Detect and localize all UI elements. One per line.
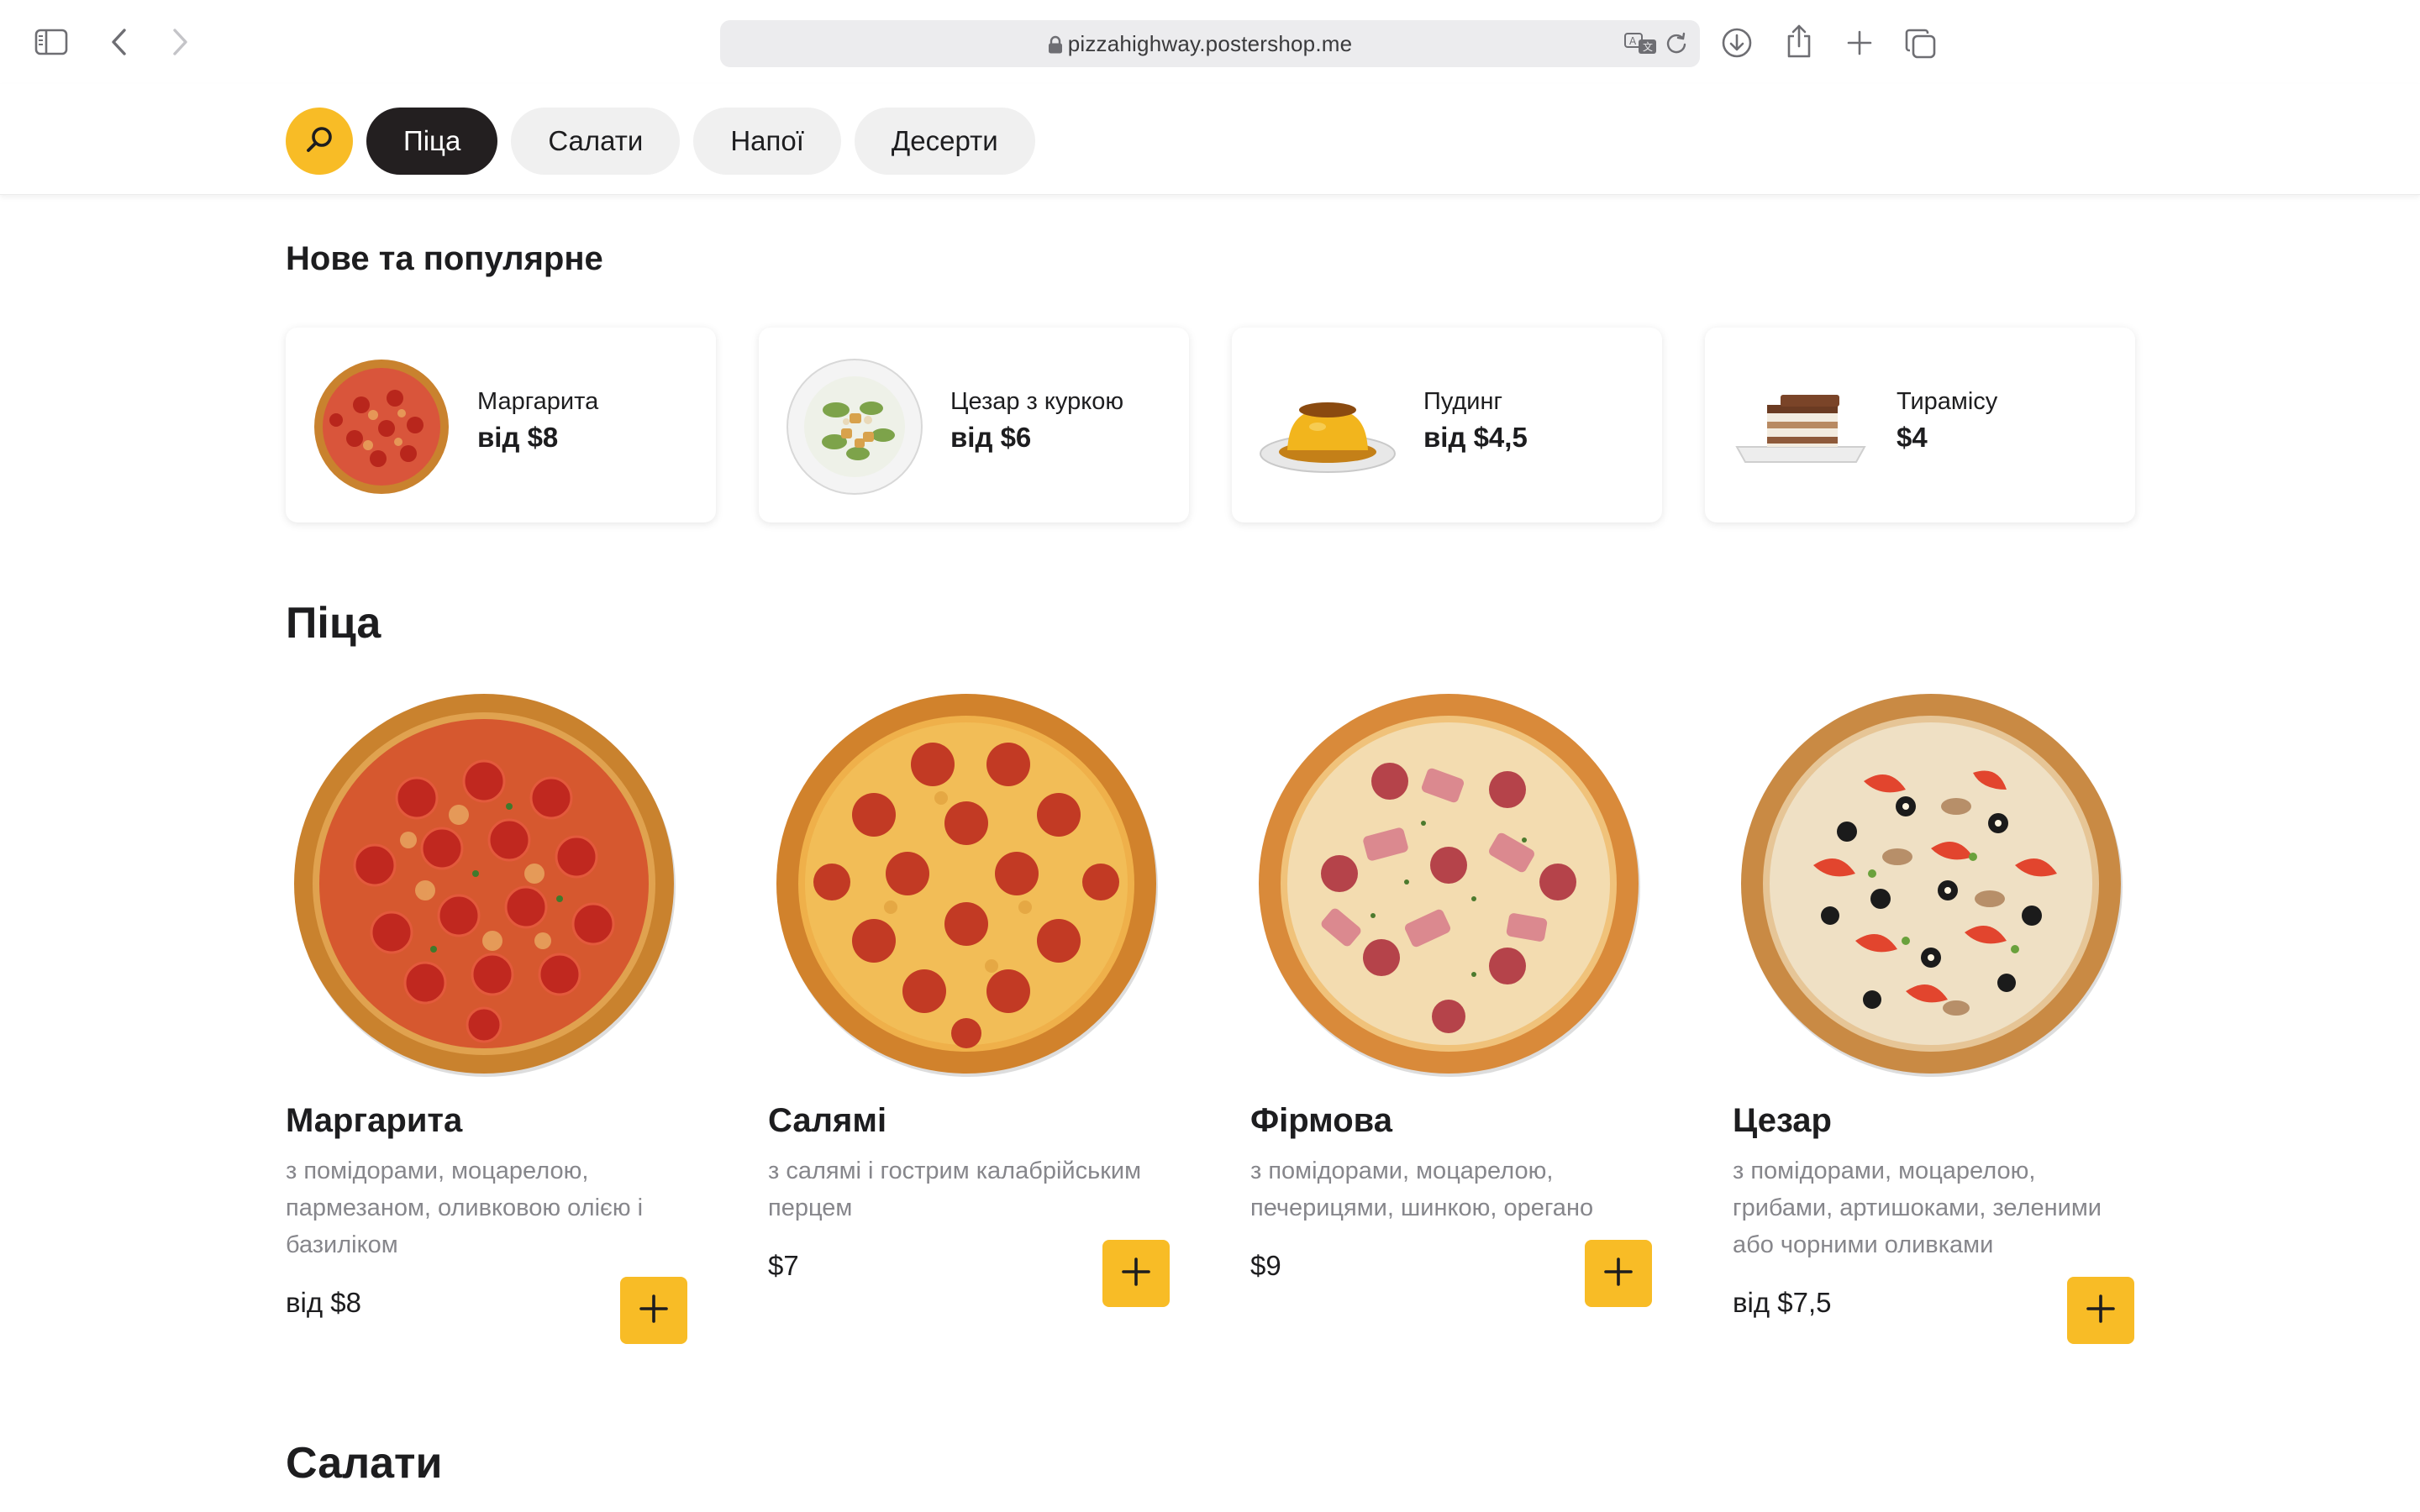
tab-pizza[interactable]: Піца bbox=[366, 108, 498, 175]
popular-item-name: Пудинг bbox=[1423, 388, 1503, 415]
salads-section-title: Салати bbox=[286, 1439, 443, 1488]
svg-text:A: A bbox=[1629, 35, 1637, 47]
popular-item-price: $4 bbox=[1897, 422, 1928, 453]
lock-icon bbox=[1048, 35, 1063, 58]
popular-item-price: від $8 bbox=[477, 422, 559, 453]
pizza-name[interactable]: Цезар bbox=[1733, 1102, 1832, 1140]
address-bar[interactable]: pizzahighway.postershop.me A文 bbox=[720, 20, 1700, 67]
tiramisu-thumbnail bbox=[1730, 354, 1871, 496]
popular-card[interactable]: Маргарита від $8 bbox=[286, 328, 716, 522]
pizza-description: з помідорами, моцарелою, печерицями, шин… bbox=[1250, 1158, 1594, 1221]
caesar-salad-thumbnail bbox=[784, 354, 925, 496]
popular-card[interactable]: Цезар з куркою від $6 bbox=[759, 328, 1189, 522]
plus-icon bbox=[2084, 1292, 2118, 1330]
pizza-price: від $7,5 bbox=[1733, 1287, 1832, 1318]
download-icon[interactable] bbox=[1719, 25, 1754, 60]
popular-card[interactable]: Тирамісу $4 bbox=[1705, 328, 2135, 522]
pizza-description: з помідорами, моцарелою, пармезаном, оли… bbox=[286, 1158, 644, 1258]
pizza-description: з помідорами, моцарелою, грибами, артишо… bbox=[1733, 1158, 2102, 1258]
pizza-name[interactable]: Салямі bbox=[768, 1102, 886, 1140]
forward-icon[interactable] bbox=[163, 25, 197, 59]
salami-image[interactable] bbox=[773, 689, 1163, 1079]
tab-salads[interactable]: Салати bbox=[511, 108, 681, 175]
add-to-cart-button[interactable] bbox=[1102, 1240, 1170, 1307]
tab-overview-icon[interactable] bbox=[1902, 25, 1939, 62]
firmova-image[interactable] bbox=[1255, 689, 1645, 1079]
pizza-card: Маргарита з помідорами, моцарелою, парме… bbox=[286, 682, 689, 1371]
pizza-name[interactable]: Фірмова bbox=[1250, 1102, 1392, 1140]
popular-item-name: Цезар з куркою bbox=[950, 388, 1124, 415]
pizza-card: Фірмова з помідорами, моцарелою, печериц… bbox=[1250, 682, 1654, 1371]
back-icon[interactable] bbox=[103, 25, 136, 59]
pizza-price: від $8 bbox=[286, 1287, 361, 1318]
caesar-pizza-image[interactable] bbox=[1738, 689, 2128, 1079]
margarita-thumbnail bbox=[311, 354, 452, 496]
share-icon[interactable] bbox=[1781, 22, 1817, 60]
pizza-price: $7 bbox=[768, 1250, 799, 1281]
add-to-cart-button[interactable] bbox=[2067, 1277, 2134, 1344]
add-to-cart-button[interactable] bbox=[620, 1277, 687, 1344]
pudding-thumbnail bbox=[1257, 354, 1398, 496]
pizza-name[interactable]: Маргарита bbox=[286, 1102, 462, 1140]
pizza-card: Цезар з помідорами, моцарелою, грибами, … bbox=[1733, 682, 2136, 1371]
plus-icon bbox=[1602, 1255, 1635, 1293]
pizza-section-title: Піца bbox=[286, 599, 381, 648]
popular-item-price: від $6 bbox=[950, 422, 1032, 453]
pizza-card: Салямі з салямі і гострим калабрійським … bbox=[768, 682, 1171, 1371]
plus-icon bbox=[637, 1292, 671, 1330]
sidebar-toggle-icon[interactable] bbox=[32, 25, 71, 59]
add-to-cart-button[interactable] bbox=[1585, 1240, 1652, 1307]
popular-item-name: Тирамісу bbox=[1897, 388, 1998, 415]
url-text: pizzahighway.postershop.me bbox=[1067, 30, 1353, 56]
category-tabs: Піца Салати Напої Десерти bbox=[366, 108, 1035, 175]
translate-icon[interactable]: A文 bbox=[1624, 32, 1658, 55]
category-nav: Піца Салати Напої Десерти bbox=[0, 84, 2420, 195]
svg-text:文: 文 bbox=[1643, 40, 1653, 53]
new-tab-icon[interactable] bbox=[1842, 25, 1877, 60]
pizza-price: $9 bbox=[1250, 1250, 1281, 1281]
browser-toolbar: pizzahighway.postershop.me A文 bbox=[0, 0, 2420, 84]
tab-desserts[interactable]: Десерти bbox=[854, 108, 1035, 175]
popular-item-price: від $4,5 bbox=[1423, 422, 1528, 453]
search-button[interactable] bbox=[286, 108, 353, 175]
popular-item-name: Маргарита bbox=[477, 388, 599, 415]
margarita-image[interactable] bbox=[291, 689, 681, 1079]
plus-icon bbox=[1119, 1255, 1153, 1293]
popular-card[interactable]: Пудинг від $4,5 bbox=[1232, 328, 1662, 522]
reload-icon[interactable] bbox=[1665, 32, 1688, 55]
search-icon bbox=[302, 123, 336, 160]
popular-section-title: Нове та популярне bbox=[286, 240, 603, 277]
tab-drinks[interactable]: Напої bbox=[693, 108, 841, 175]
pizza-description: з салямі і гострим калабрійським перцем bbox=[768, 1158, 1142, 1221]
